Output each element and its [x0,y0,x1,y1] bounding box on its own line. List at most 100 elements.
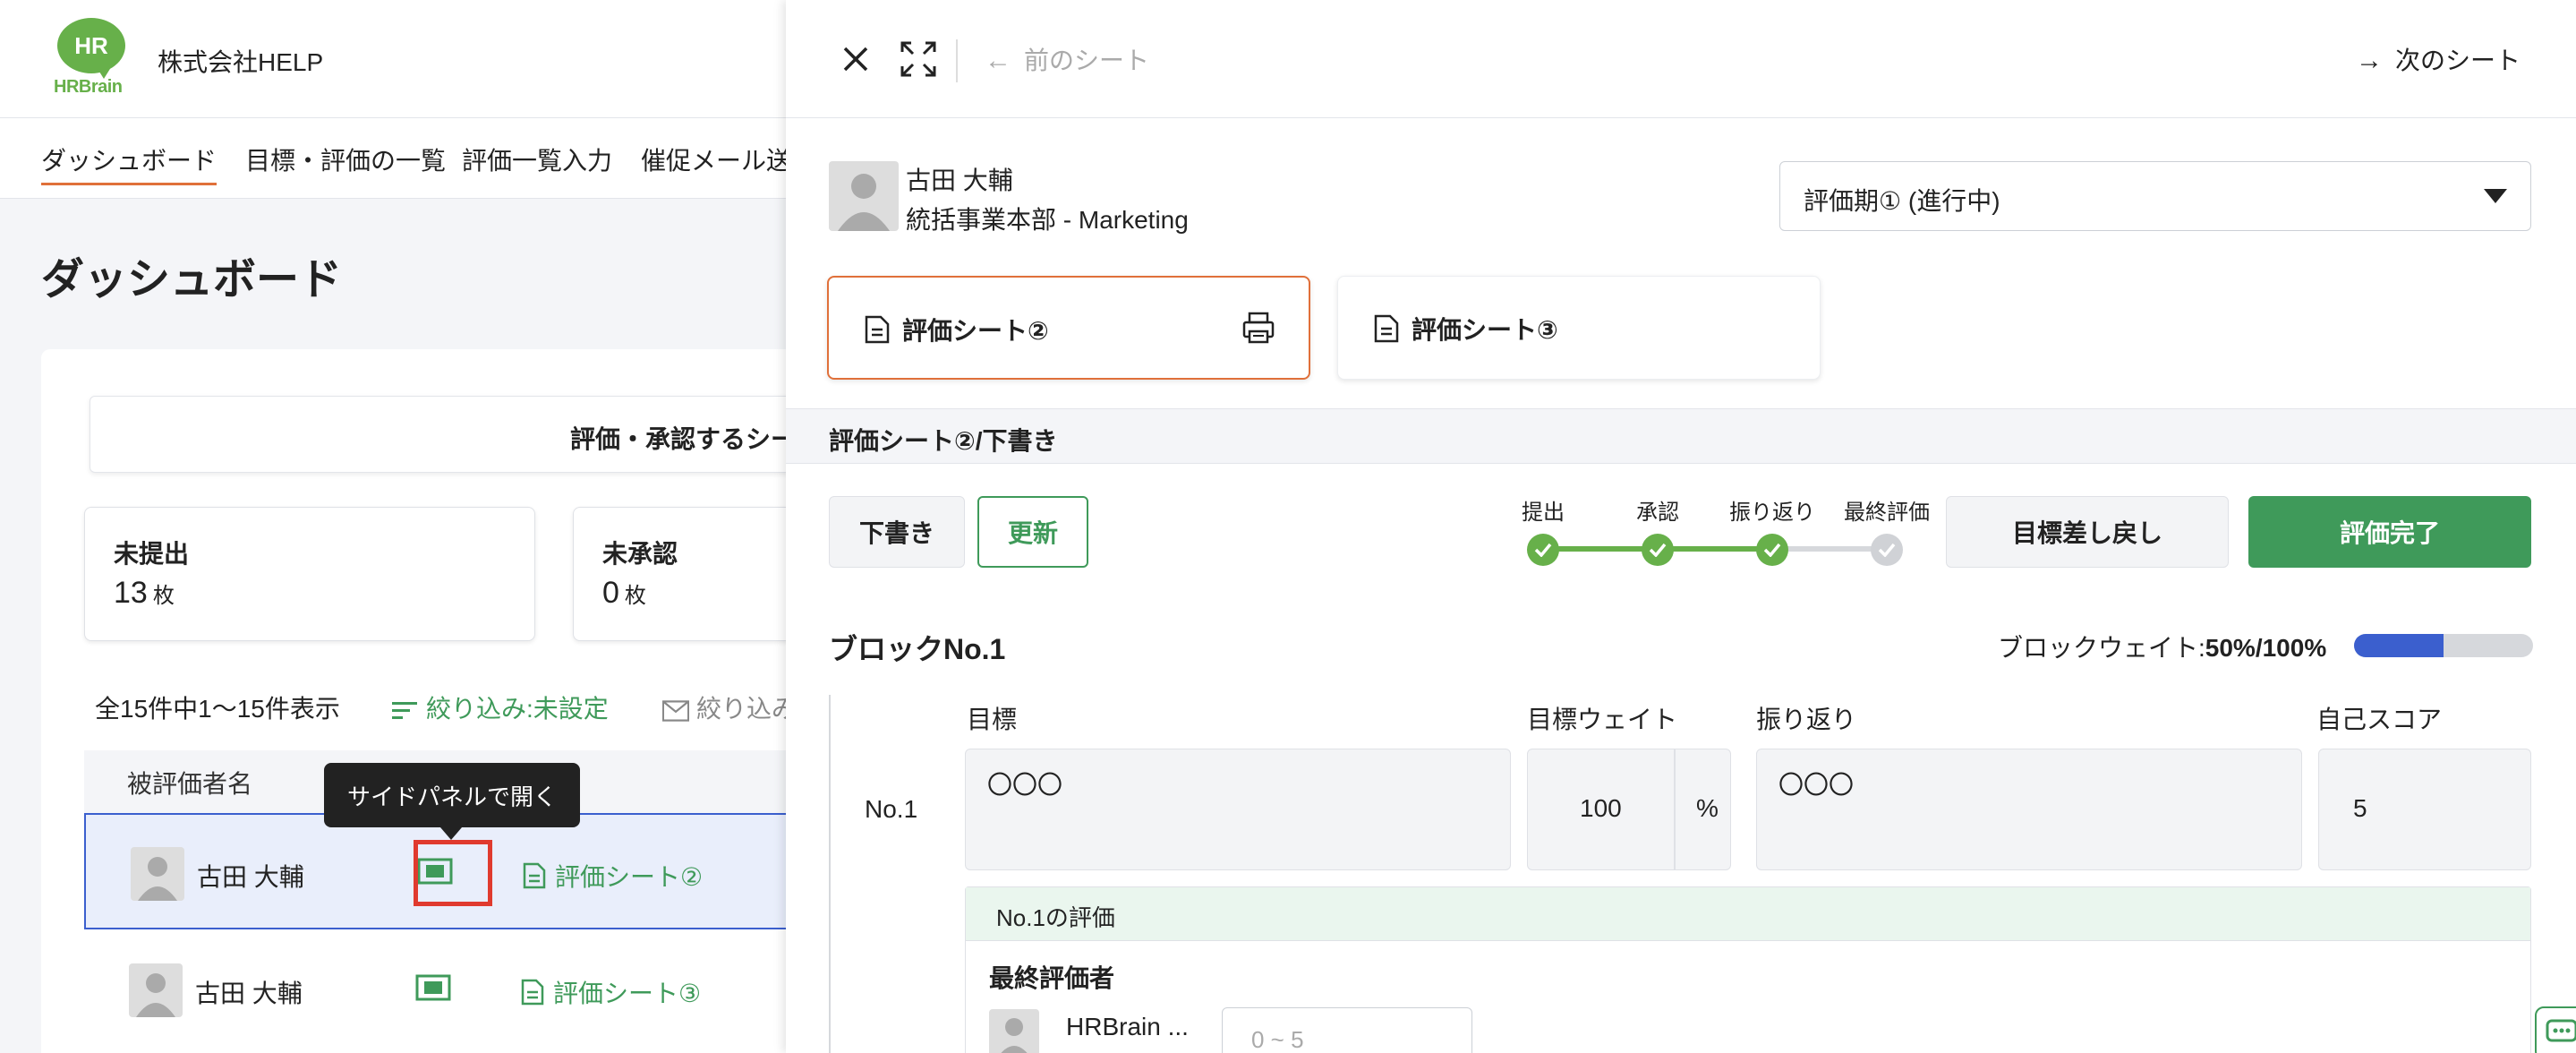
tab-label: 評価・承認するシー [570,425,797,453]
block-divider [829,695,831,1053]
goal-field[interactable]: 〇〇〇 [965,749,1511,870]
check-icon [1756,534,1788,566]
period-value: 評価期① (進行中) [1804,187,2000,215]
arrow-left-icon: ← [985,46,1011,75]
document-icon [521,979,544,1006]
logo-text: HRBrain [54,77,123,97]
draft-button[interactable]: 下書き [829,496,965,568]
tab-review-sheets[interactable]: 評価・承認するシー [90,396,859,473]
score-input[interactable]: 0 ~ 5 [1222,1007,1472,1053]
evaluation-section: No.1の評価 最終評価者 HRBrain ... 0 ~ 5 [965,886,2531,1053]
column-goal: 目標 [967,706,1018,733]
employee-name: 古田 大輔 [195,980,303,1007]
evaluation-title: No.1の評価 [996,904,1115,931]
print-icon[interactable] [1241,310,1276,346]
step-label: 承認 [1636,501,1679,525]
highlight-box [414,840,492,906]
stat-unsubmitted[interactable]: 未提出 13 枚 [84,507,535,641]
sheet-tab-3[interactable]: 評価シート③ [1337,276,1821,380]
period-select[interactable]: 評価期① (進行中) [1779,161,2531,231]
close-icon[interactable] [836,39,875,79]
check-icon [1642,534,1674,566]
review-field[interactable]: 〇〇〇 [1756,749,2302,870]
step-label: 振り返り [1729,501,1815,525]
column-review: 振り返り [1756,706,1857,733]
employee-name: 古田 大輔 [197,863,304,891]
check-icon [1527,534,1559,566]
goal-weight-unit: % [1696,794,1719,822]
goal-weight-field[interactable]: 100 % [1527,749,1731,870]
sheet-tab-2[interactable]: 評価シート② [827,276,1310,380]
block-weight: ブロックウェイト:50%/100% [1998,634,2327,662]
list-count: 全15件中1〜15件表示 [95,695,340,723]
column-employee-name: 被評価者名 [127,770,253,798]
update-button[interactable]: 更新 [977,496,1088,568]
weight-unit-divider [1674,749,1676,870]
sheet-link[interactable]: 評価シート③ [521,974,701,1010]
employee-name: 古田 大輔 [906,167,1013,194]
sheet-status: 評価シート②/下書き [829,427,1058,455]
nav-eval-input[interactable]: 評価一覧入力 [462,141,612,177]
review-text: 〇〇〇 [1778,771,1855,799]
logo-mark: HR [57,18,125,79]
step-label: 提出 [1522,501,1565,525]
self-score-field[interactable]: 5 [2318,749,2531,870]
sheet-status-bar: 評価シート②/下書き [786,408,2576,464]
expand-icon[interactable] [899,39,938,79]
complete-evaluation-button[interactable]: 評価完了 [2248,496,2531,568]
block-title: ブロックNo.1 [829,633,1006,665]
score-placeholder: 0 ~ 5 [1251,1026,1304,1053]
header-divider [956,39,958,82]
nav-reminder-mail[interactable]: 催促メール送 [641,141,791,177]
prev-sheet-button[interactable]: ← 前のシート [985,41,1149,77]
filter-mail-button[interactable]: 絞り込み [662,689,797,725]
column-self-score: 自己スコア [2316,706,2443,733]
evaluator-name: HRBrain ... [1066,1013,1189,1040]
progress-steps: 提出 承認 振り返り 最終評価 [1493,494,1958,575]
document-icon [523,862,546,889]
check-icon [1871,534,1903,566]
table-row[interactable]: 古田 大輔 評価シート③ [84,931,854,1048]
chat-icon[interactable] [2535,1006,2576,1053]
nav-dashboard[interactable]: ダッシュボード [41,141,218,185]
side-panel: ← 前のシート → 次のシート 古田 大輔 統括事業本部 - Marketing 評… [786,0,2576,1053]
tooltip: サイドパネルで開く [324,763,580,840]
avatar [129,963,183,1017]
final-evaluator-label: 最終評価者 [989,964,1115,992]
mail-icon [662,699,689,722]
company-name: 株式会社HELP [158,48,324,76]
avatar [131,847,184,901]
employee-department: 統括事業本部 - Marketing [906,206,1189,234]
hrbrain-logo[interactable]: HR HRBrain [52,18,132,97]
stat-label: 未提出 [114,540,190,568]
nav-goal-list[interactable]: 目標・評価の一覧 [245,141,446,177]
stat-value: 0枚 [602,576,646,610]
step-line-todo [1772,546,1887,552]
self-score-value: 5 [2353,794,2367,822]
stat-value: 13 枚 [114,576,175,610]
step-label: 最終評価 [1844,501,1930,525]
return-goal-button[interactable]: 目標差し戻し [1946,496,2229,568]
block-weight-fill [2354,634,2444,657]
filter-button[interactable]: 絞り込み:未設定 [392,689,609,725]
goal-weight-value: 100 [1580,794,1622,822]
filter-icon [392,701,417,719]
document-icon [865,315,890,344]
page-title: ダッシュボード [41,256,343,304]
avatar [989,1009,1039,1053]
column-goal-weight: 目標ウェイト [1527,706,1678,733]
sheet-link[interactable]: 評価シート② [523,858,703,894]
document-icon [1374,314,1399,343]
goal-text: 〇〇〇 [987,771,1063,799]
block-weight-bar [2354,634,2533,657]
evaluation-header: No.1の評価 [966,887,2530,941]
stat-label: 未承認 [602,540,678,568]
row-number: No.1 [865,795,918,823]
arrow-right-icon: → [2356,46,2383,75]
panel-header: ← 前のシート → 次のシート [786,0,2576,118]
sheet-tab-label: 評価シート③ [1374,311,1558,347]
side-panel-icon[interactable] [415,972,451,1003]
next-sheet-button[interactable]: → 次のシート [2356,41,2521,77]
avatar [829,161,899,231]
dropdown-triangle-icon [2484,189,2507,203]
